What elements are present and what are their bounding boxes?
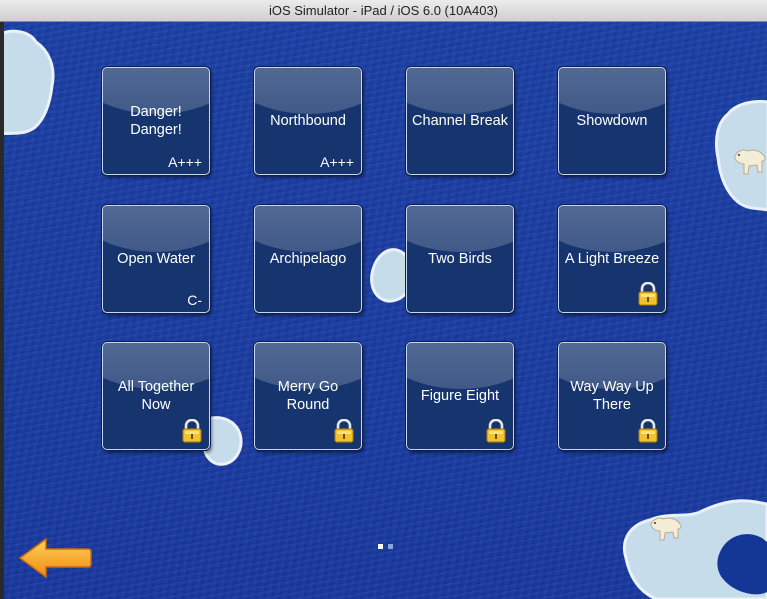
level-grade: C- bbox=[187, 292, 202, 308]
ice-floe-bottom-right bbox=[623, 499, 767, 599]
level-tile[interactable]: Northbound A+++ bbox=[254, 67, 362, 175]
level-tile[interactable]: Two Birds bbox=[406, 205, 514, 313]
level-tile[interactable]: Way Way Up There bbox=[558, 342, 666, 450]
polar-bear-icon bbox=[650, 517, 682, 541]
level-select-screen: Danger! Danger! A+++ Northbound A+++ Channel… bbox=[4, 22, 767, 599]
level-name: Archipelago bbox=[269, 251, 347, 267]
level-grade: A+++ bbox=[320, 154, 354, 170]
level-tile[interactable]: Figure Eight bbox=[406, 342, 514, 450]
page-dot-inactive bbox=[388, 544, 393, 549]
padlock-icon bbox=[486, 419, 506, 443]
level-tile[interactable]: Showdown bbox=[558, 67, 666, 175]
padlock-icon bbox=[334, 419, 354, 443]
level-name: Channel Break bbox=[412, 113, 508, 129]
padlock-icon bbox=[182, 419, 202, 443]
level-tile[interactable]: Archipelago bbox=[254, 205, 362, 313]
level-tile[interactable]: Channel Break bbox=[406, 67, 514, 175]
back-arrow-icon[interactable] bbox=[18, 537, 92, 579]
page-dot-active bbox=[378, 544, 383, 549]
level-tile[interactable]: Open Water C- bbox=[102, 205, 210, 313]
polar-bear-icon bbox=[734, 149, 766, 175]
level-name: Two Birds bbox=[428, 251, 492, 267]
level-grade: A+++ bbox=[168, 154, 202, 170]
level-name: Showdown bbox=[576, 113, 648, 129]
level-tile[interactable]: Merry Go Round bbox=[254, 342, 362, 450]
level-tile[interactable]: Danger! Danger! A+++ bbox=[102, 67, 210, 175]
padlock-icon bbox=[638, 282, 658, 306]
padlock-icon bbox=[638, 419, 658, 443]
page-indicator[interactable] bbox=[378, 544, 393, 549]
ice-floe-top-left bbox=[4, 29, 55, 135]
level-tile[interactable]: A Light Breeze bbox=[558, 205, 666, 313]
level-tile[interactable]: All Together Now bbox=[102, 342, 210, 450]
window-title: iOS Simulator - iPad / iOS 6.0 (10A403) bbox=[0, 0, 767, 22]
